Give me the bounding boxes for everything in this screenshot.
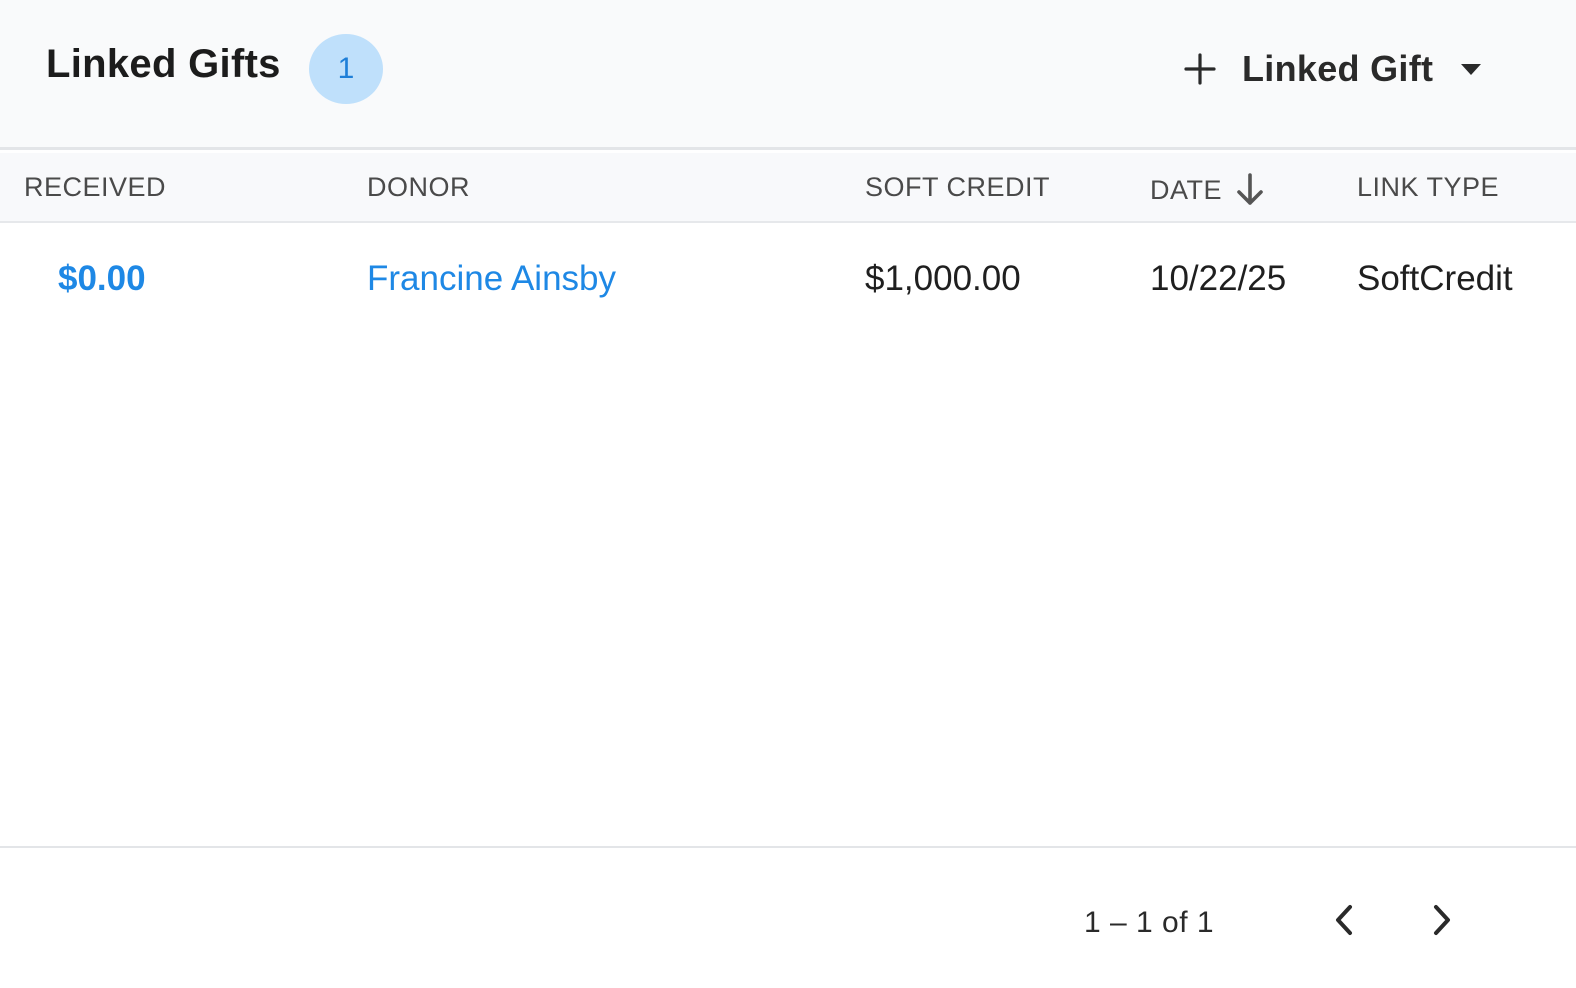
count-badge: 1 — [309, 34, 383, 104]
soft-credit-cell: $1,000.00 — [865, 259, 1021, 298]
linked-gifts-panel: Linked Gifts 1 Linked Gift RECEIVED DONO… — [0, 0, 1576, 988]
column-header-date[interactable]: DATE — [1150, 172, 1266, 208]
plus-icon — [1176, 45, 1224, 93]
panel-header: Linked Gifts 1 Linked Gift — [0, 0, 1576, 150]
add-linked-gift-label: Linked Gift — [1242, 48, 1434, 89]
link-type-cell: SoftCredit — [1357, 259, 1513, 298]
table-header: RECEIVED DONOR SOFT CREDIT DATE LINK TYP… — [0, 153, 1576, 223]
chevron-right-icon — [1429, 903, 1455, 942]
column-header-received[interactable]: RECEIVED — [24, 172, 166, 203]
pagination-range: 1 – 1 of 1 — [1084, 906, 1215, 939]
caret-down-icon[interactable] — [1458, 60, 1484, 78]
pagination-footer: 1 – 1 of 1 — [0, 846, 1576, 988]
panel-title: Linked Gifts — [46, 42, 281, 86]
donor-link[interactable]: Francine Ainsby — [367, 259, 616, 299]
chevron-left-icon — [1331, 903, 1357, 942]
next-page-button[interactable] — [1422, 900, 1462, 944]
column-header-date-label: DATE — [1150, 174, 1223, 205]
column-header-soft-credit[interactable]: SOFT CREDIT — [865, 172, 1050, 203]
arrow-down-icon[interactable] — [1234, 172, 1266, 208]
column-header-link-type[interactable]: LINK TYPE — [1357, 172, 1499, 203]
column-header-donor[interactable]: DONOR — [367, 172, 470, 203]
table-row: $0.00 Francine Ainsby $1,000.00 10/22/25… — [0, 225, 1576, 335]
add-linked-gift-button[interactable]: Linked Gift — [1176, 36, 1496, 102]
date-cell: 10/22/25 — [1150, 259, 1287, 298]
previous-page-button[interactable] — [1324, 900, 1364, 944]
received-amount-link[interactable]: $0.00 — [58, 259, 146, 299]
